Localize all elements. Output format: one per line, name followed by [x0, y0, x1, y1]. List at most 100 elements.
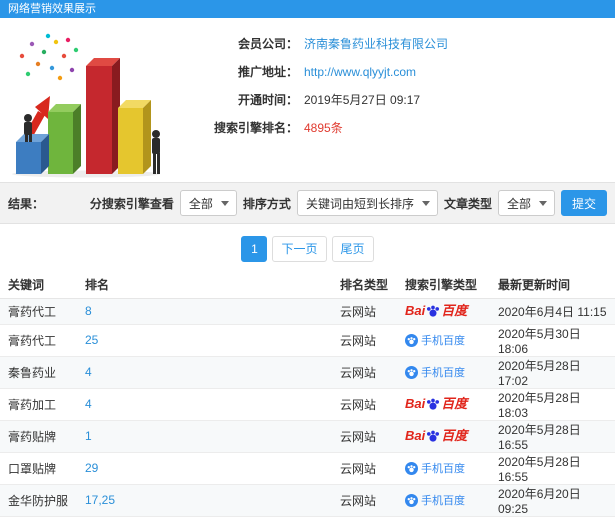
- next-page-button[interactable]: 下一页: [272, 236, 327, 262]
- update-time-cell: 2020年5月28日 16:55: [490, 420, 615, 453]
- rank-type-cell: 云网站: [332, 516, 397, 520]
- submit-button[interactable]: 提交: [560, 190, 607, 216]
- chevron-down-icon: [220, 200, 229, 206]
- filter-bar: 结果： 分搜索引擎查看 全部 排序方式 关键词由短到长排序 文章类型 全部 提交: [0, 182, 615, 224]
- paw-icon: [407, 336, 416, 344]
- engine-filter-label: 分搜索引擎查看: [89, 196, 174, 211]
- rank-type-cell: 云网站: [332, 388, 397, 421]
- table-row: 福建防护服10云网站手机百度2020年6月4日 11:10: [0, 516, 615, 520]
- engine-cell: 手机百度: [397, 324, 490, 357]
- sort-select[interactable]: 关键词由短到长排序: [296, 190, 438, 216]
- confetti-dots: [19, 33, 79, 81]
- businessman-right: [152, 130, 160, 174]
- table-body: 膏药代工 8 云网站 Bai 百度 2020年6月4日 11:15 膏药代工 25 云网站 手机百…: [0, 298, 615, 520]
- mobile-baidu-logo: 手机百度: [405, 332, 465, 348]
- mobile-baidu-logo: 手机百度: [405, 460, 465, 476]
- info-row-company: 会员公司： 济南秦鲁药业科技有限公司: [180, 36, 615, 52]
- rank-type-cell: 云网站: [332, 356, 397, 389]
- chevron-down-icon: [421, 200, 430, 206]
- paw-icon: [407, 496, 416, 504]
- page: 网络营销效果展示 会员公司： 济南秦鲁药业科技有限公司 推广地址： http:/…: [0, 0, 615, 520]
- open-time-label: 开通时间：: [237, 93, 298, 107]
- rank-link[interactable]: 25: [85, 333, 98, 347]
- rank-cell: 1: [77, 420, 332, 453]
- info-row-open-time: 开通时间： 2019年5月27日 09:17: [180, 92, 615, 108]
- table-row: 膏药加工 4 云网站 Bai 百度 2020年5月28日 18:03: [0, 388, 615, 421]
- chart-illustration-wrap: [4, 26, 180, 182]
- engine-select-value: 全部: [188, 196, 213, 211]
- mobile-baidu-icon: [405, 333, 418, 347]
- article-type-select[interactable]: 全部: [497, 190, 555, 216]
- info-row-rank-count: 搜索引擎排名： 4895条: [180, 120, 615, 136]
- mobile-baidu-logo: 手机百度: [405, 492, 465, 508]
- update-time-cell: 2020年5月28日 16:55: [490, 452, 615, 485]
- engine-cell: 手机百度: [397, 516, 490, 520]
- rank-link[interactable]: 8: [85, 304, 92, 318]
- paw-icon: [427, 305, 440, 317]
- col-header-keyword: 关键词: [0, 272, 77, 299]
- rank-type-cell: 云网站: [332, 452, 397, 485]
- company-label: 会员公司：: [237, 37, 298, 51]
- company-name-link[interactable]: 济南秦鲁药业科技有限公司: [304, 36, 448, 52]
- rank-cell: 29: [77, 452, 332, 485]
- rank-link[interactable]: 4: [85, 365, 92, 379]
- page-1-button[interactable]: 1: [241, 236, 268, 262]
- col-header-update-time: 最新更新时间: [490, 272, 615, 299]
- rank-cell: 17,25: [77, 484, 332, 517]
- mobile-baidu-icon: [405, 365, 418, 379]
- engine-cell: Bai 百度: [397, 420, 490, 453]
- article-type-label: 文章类型: [443, 196, 492, 211]
- update-time-cell: 2020年5月30日 18:06: [490, 324, 615, 357]
- keyword-cell: 膏药贴牌: [0, 420, 77, 453]
- rank-type-cell: 云网站: [332, 420, 397, 453]
- chart-illustration: [12, 33, 160, 178]
- rank-type-cell: 云网站: [332, 484, 397, 517]
- bar-blue: [16, 134, 49, 174]
- update-time-cell: 2020年6月20日 09:25: [490, 484, 615, 517]
- table-row: 膏药代工 25 云网站 手机百度 2020年5月30日 18:06: [0, 324, 615, 357]
- baidu-logo: Bai 百度: [405, 428, 468, 443]
- last-page-button[interactable]: 尾页: [331, 236, 374, 262]
- baidu-logo: Bai 百度: [405, 303, 468, 318]
- keyword-cell: 金华防护服: [0, 484, 77, 517]
- rank-link[interactable]: 29: [85, 461, 98, 475]
- info-row-url: 推广地址： http://www.qlyyjt.com: [180, 64, 615, 80]
- col-header-engine-type: 搜索引擎类型: [397, 272, 490, 299]
- paw-icon: [427, 398, 440, 410]
- rank-link[interactable]: 1: [85, 429, 92, 443]
- pagination: 1 下一页 尾页: [0, 224, 615, 272]
- rank-link[interactable]: 17,25: [85, 493, 115, 507]
- table-row: 膏药代工 8 云网站 Bai 百度 2020年6月4日 11:15: [0, 298, 615, 325]
- engine-select[interactable]: 全部: [179, 190, 237, 216]
- keyword-cell: 福建防护服: [0, 516, 77, 520]
- filter-controls: 分搜索引擎查看 全部 排序方式 关键词由短到长排序 文章类型 全部 提交: [90, 190, 607, 216]
- sort-filter-label: 排序方式: [242, 196, 291, 211]
- rank-cell: 8: [77, 298, 332, 325]
- rank-cell: 25: [77, 324, 332, 357]
- rank-type-cell: 云网站: [332, 324, 397, 357]
- engine-cell: 手机百度: [397, 356, 490, 389]
- open-time-value: 2019年5月27日 09:17: [304, 93, 421, 107]
- keyword-cell: 秦鲁药业: [0, 356, 77, 389]
- engine-cell: Bai 百度: [397, 388, 490, 421]
- keyword-cell: 口罩贴牌: [0, 452, 77, 485]
- table-row: 口罩贴牌 29 云网站 手机百度 2020年5月28日 16:55: [0, 452, 615, 485]
- promo-url-link[interactable]: http://www.qlyyjt.com: [304, 64, 416, 80]
- bar-red: [86, 58, 120, 174]
- company-info: 会员公司： 济南秦鲁药业科技有限公司 推广地址： http://www.qlyy…: [180, 26, 615, 182]
- paw-icon: [427, 430, 440, 442]
- bar-yellow: [118, 100, 151, 174]
- update-time-cell: 2020年6月4日 11:10: [490, 516, 615, 520]
- rank-count-value: 4895条: [304, 121, 343, 135]
- rank-count-label: 搜索引擎排名：: [213, 121, 298, 135]
- rank-cell: 4: [77, 388, 332, 421]
- chevron-down-icon: [538, 200, 547, 206]
- col-header-rank-type: 排名类型: [332, 272, 397, 299]
- table-row: 秦鲁药业 4 云网站 手机百度 2020年5月28日 17:02: [0, 356, 615, 389]
- promo-url-label: 推广地址：: [237, 65, 298, 79]
- rank-link[interactable]: 4: [85, 397, 92, 411]
- keyword-cell: 膏药代工: [0, 298, 77, 325]
- rank-cell: 10: [77, 516, 332, 520]
- rank-cell: 4: [77, 356, 332, 389]
- bar-green: [48, 104, 81, 174]
